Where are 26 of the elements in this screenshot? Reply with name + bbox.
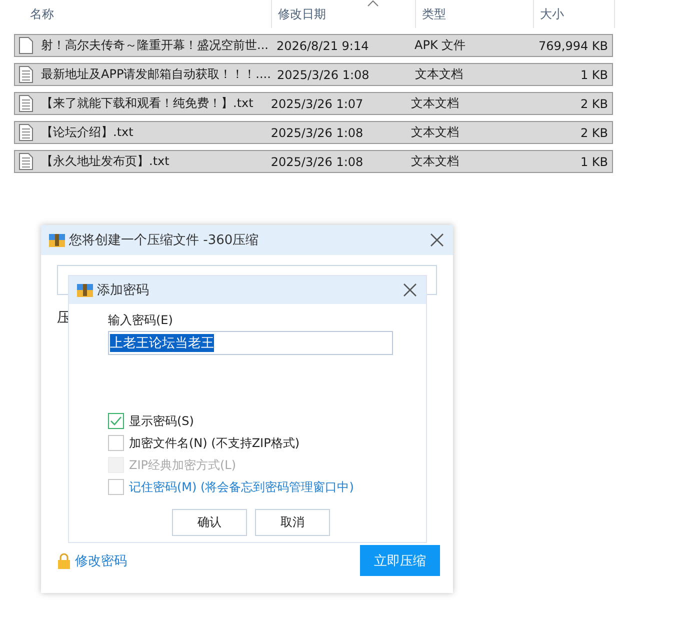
password-label: 输入密码(E) (108, 312, 174, 329)
dialog-title: 添加密码 (97, 282, 150, 299)
modified-date: 2025/3/26 1:08 (276, 68, 370, 82)
option-label: 加密文件名(N) (不支持ZIP格式) (129, 434, 300, 452)
file-size: 2 KB (579, 96, 609, 110)
modified-date: 2025/3/26 1:07 (270, 96, 364, 110)
modified-date: 2025/3/26 1:08 (270, 126, 364, 140)
file-type: 文本文档 (414, 66, 464, 83)
modified-date: 2025/3/26 1:08 (270, 154, 364, 168)
dialog-title: 您将创建一个压缩文件 -360压缩 (69, 232, 260, 249)
option-label: ZIP经典加密方式(L) (129, 456, 236, 474)
file-name: 射！高尔夫传奇～隆重开幕！盛况空前世... (40, 37, 270, 54)
file-name: 最新地址及APP请发邮箱自动获取！！！.... (40, 66, 272, 83)
file-name: 【永久地址发布页】.txt (40, 153, 170, 170)
file-size: 1 KB (579, 154, 609, 168)
file-type: 文本文档 (410, 153, 460, 170)
file-size: 769,994 KB (537, 38, 610, 52)
file-size: 1 KB (579, 68, 609, 82)
file-size: 2 KB (579, 126, 609, 140)
file-name: 【来了就能下载和观看！纯免费！】.txt (40, 95, 254, 112)
file-name: 【论坛介绍】.txt (40, 124, 134, 141)
file-type: APK 文件 (414, 37, 467, 54)
file-type: 文本文档 (410, 95, 460, 112)
file-type: 文本文档 (410, 124, 460, 141)
option-label: 显示密码(S) (129, 412, 194, 430)
modified-date: 2026/8/21 9:14 (275, 38, 370, 52)
